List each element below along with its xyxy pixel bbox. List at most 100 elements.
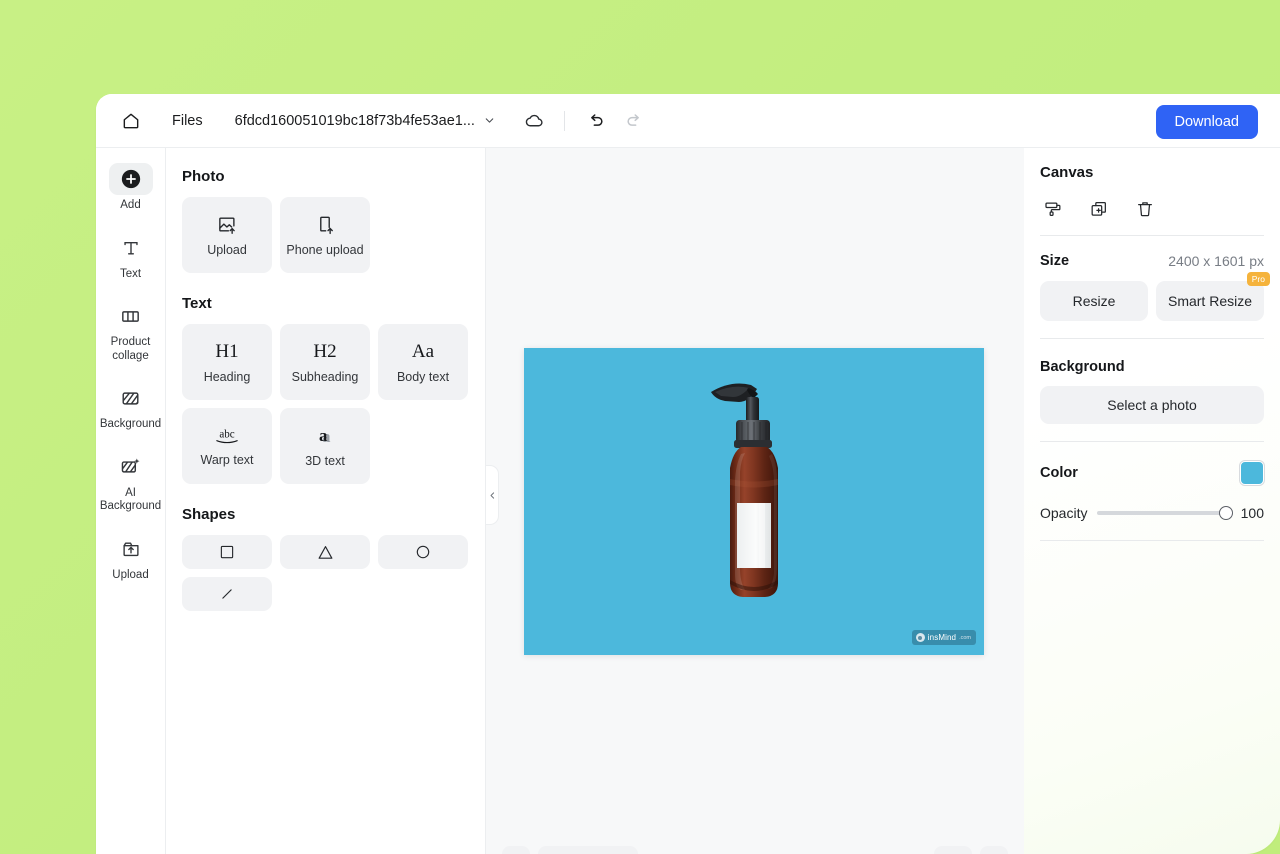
paint-roller-button[interactable] [1040,197,1066,221]
tile-3d-text[interactable]: a a 3D text [280,408,370,484]
smart-resize-button[interactable]: Smart Resize [1156,281,1264,321]
size-value: 2400 x 1601 px [1168,253,1264,269]
cloud-sync-button[interactable] [518,104,552,138]
shapes-tile-grid [182,535,469,611]
line-shape-icon [222,589,232,599]
panel-divider-1 [1040,235,1264,236]
trash-icon [1138,202,1152,217]
warp-text-icon: abc [216,428,238,443]
resize-button[interactable]: Resize [1040,281,1148,321]
tile-label-upload: Upload [207,242,247,257]
tile-phone-upload[interactable]: Phone upload [280,197,370,273]
opacity-slider[interactable] [1097,506,1233,520]
shape-line[interactable] [182,577,272,611]
tile-label-body-text: Body text [396,369,450,384]
tile-upload[interactable]: Upload [182,197,272,273]
delete-canvas-button[interactable] [1132,197,1158,221]
delete-button[interactable] [980,846,1008,854]
app-header: Files 6fdcd160051019bc18f73b4fe53ae1... [96,94,1280,148]
chevron-left-icon [490,491,494,499]
chevron-down-icon [485,118,494,123]
rail-label-text: Text [119,267,142,280]
panel-divider-2 [1040,338,1264,339]
redo-icon [627,113,639,126]
rail-label-upload: Upload [112,568,149,581]
background-label: Background [1040,359,1125,375]
select-photo-button[interactable]: Select a photo [1040,386,1264,424]
opacity-value: 100 [1240,505,1264,521]
svg-text:a: a [319,426,328,445]
duplicate-button[interactable] [1086,197,1112,221]
tile-subheading[interactable]: H2 Subheading [280,324,370,400]
paint-roller-icon [1045,202,1061,216]
body-text-icon: Aa [411,340,435,362]
ai-background-icon [121,458,140,473]
image-upload-icon [219,217,235,234]
rail-label-add: Add [120,199,141,211]
square-shape-icon [220,545,234,559]
file-name-label: 6fdcd160051019bc18f73b4fe53ae1... [234,112,475,129]
background-hatch-icon [122,391,139,405]
color-row: Color [1040,461,1264,485]
rail-item-background[interactable]: Background [100,375,162,438]
watermark-text: insMind [927,633,957,642]
photo-tile-grid: Upload Phone upload [182,197,469,273]
left-tool-rail: Add Text Product collage Background AI B… [96,148,166,854]
panel-divider-4 [1040,540,1264,541]
opacity-slider-knob[interactable] [1219,506,1233,520]
panel-collapse-handle[interactable] [486,465,499,525]
opacity-label: Opacity [1040,505,1088,521]
upload-folder-icon [122,541,139,556]
triangle-shape-icon [318,545,332,559]
subheading-icon: H2 [313,340,337,362]
rail-item-text[interactable]: Text [100,225,162,288]
shape-circle[interactable] [378,535,468,569]
undo-button[interactable] [579,104,613,138]
shape-triangle[interactable] [280,535,370,569]
home-icon [123,113,139,128]
tile-heading[interactable]: H1 Heading [182,324,272,400]
home-button[interactable] [114,104,148,138]
three-d-text-icon: a a [319,426,331,446]
tile-label-warp-text: Warp text [200,452,254,467]
add-tool-panel: Photo Upload Phone upload Text H1 Headin… [166,148,486,854]
rail-label-product-collage: Product collage [110,336,151,362]
resize-buttons-row: Resize Smart Resize Pro [1040,272,1270,321]
app-window: Files 6fdcd160051019bc18f73b4fe53ae1... [96,94,1280,854]
phone-upload-icon [320,216,333,234]
shape-square[interactable] [182,535,272,569]
file-name-dropdown[interactable]: 6fdcd160051019bc18f73b4fe53ae1... [227,107,504,135]
design-canvas[interactable]: insMind .com [524,348,984,655]
duplicate-icon [1091,202,1106,216]
rail-label-ai-background: AI Background [99,486,162,513]
tile-label-phone-upload: Phone upload [286,242,364,257]
rail-item-add[interactable]: Add [100,156,162,219]
panel-divider-3 [1040,441,1264,442]
canvas-workspace[interactable]: insMind .com [486,148,1024,854]
header-divider [563,110,565,131]
color-swatch[interactable] [1240,461,1264,485]
product-bottle-image [711,383,778,597]
color-label: Color [1040,465,1078,481]
redo-button[interactable] [617,104,651,138]
rail-item-ai-background[interactable]: AI Background [100,444,162,520]
watermark-logo-icon [915,633,925,642]
download-button[interactable]: Download [1155,105,1258,139]
tile-body-text[interactable]: Aa Body text [378,324,468,400]
tile-warp-text[interactable]: abc Warp text [182,408,272,484]
zoom-control[interactable] [538,846,638,854]
layers-button[interactable] [502,846,530,854]
rail-label-background: Background [99,418,162,430]
rail-item-product-collage[interactable]: Product collage [100,293,162,369]
files-button[interactable]: Files [162,107,213,135]
svg-text:abc: abc [219,428,234,440]
shapes-section-title: Shapes [182,506,236,523]
photo-section-title: Photo [182,168,225,185]
properties-panel: Canvas Size 2400 x 1601 px Resize Smart … [1024,148,1280,854]
watermark-badge: insMind .com [911,630,976,645]
rail-item-upload[interactable]: Upload [100,526,162,589]
grid-button[interactable] [934,846,972,854]
tile-label-subheading: Subheading [291,369,359,384]
tile-label-heading: Heading [203,369,251,384]
size-label: Size [1040,253,1070,269]
